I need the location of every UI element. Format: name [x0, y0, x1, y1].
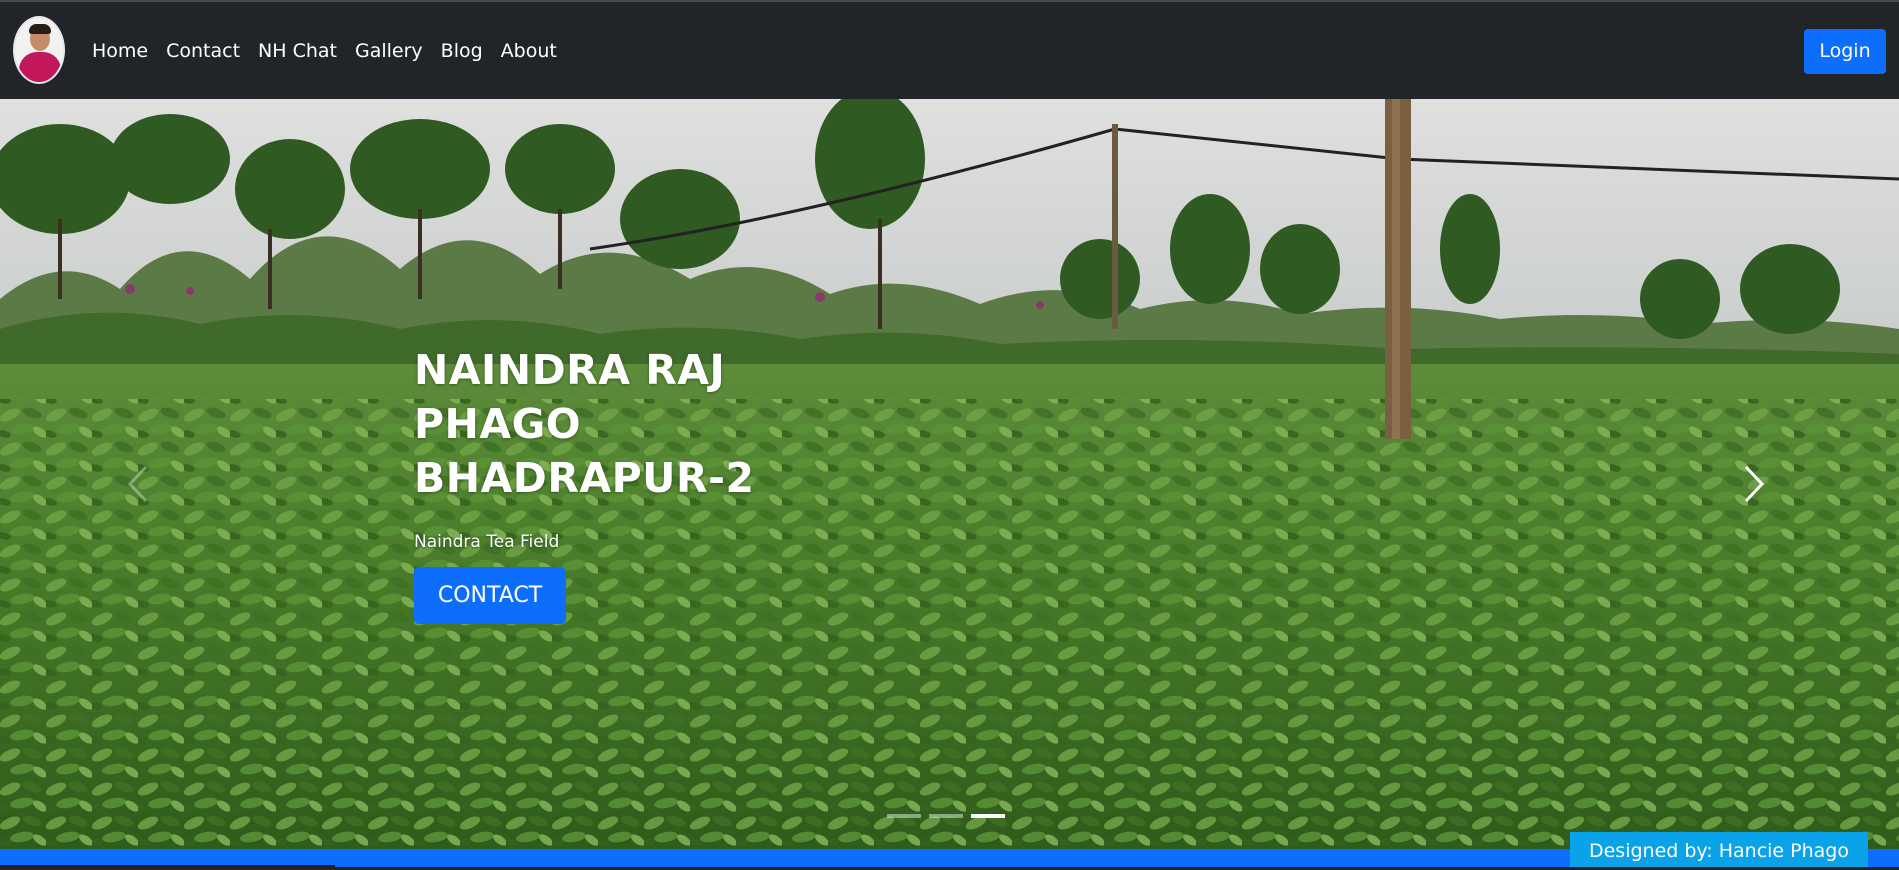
nav-link-nh-chat[interactable]: NH Chat — [258, 39, 337, 63]
tea-field-background-image — [0, 99, 1899, 849]
hero-carousel: NAINDRA RAJ PHAGO BHADRAPUR-2 Naindra Te… — [0, 99, 1899, 849]
carousel-indicator[interactable] — [887, 814, 921, 818]
nav-link-home[interactable]: Home — [92, 39, 148, 63]
carousel-prev-button[interactable] — [118, 459, 158, 509]
hero-caption: NAINDRA RAJ PHAGO BHADRAPUR-2 Naindra Te… — [414, 343, 834, 624]
chevron-left-icon — [127, 465, 148, 503]
avatar[interactable] — [13, 16, 65, 84]
hero-title: NAINDRA RAJ PHAGO BHADRAPUR-2 — [414, 343, 834, 505]
carousel-indicators — [887, 814, 1005, 818]
hero-title-line: NAINDRA RAJ — [414, 346, 726, 394]
nav-link-about[interactable]: About — [501, 39, 557, 63]
nav-link-contact[interactable]: Contact — [166, 39, 240, 63]
hero-title-line: BHADRAPUR-2 — [414, 454, 755, 502]
designed-by-credit: Designed by: Hancie Phago — [1570, 832, 1868, 867]
nav-link-blog[interactable]: Blog — [441, 39, 483, 63]
navbar: Home Contact NH Chat Gallery Blog About … — [0, 2, 1899, 99]
nav-link-gallery[interactable]: Gallery — [355, 39, 423, 63]
chevron-right-icon — [1744, 465, 1765, 503]
carousel-indicator[interactable] — [929, 814, 963, 818]
carousel-next-button[interactable] — [1734, 459, 1774, 509]
nav-links: Home Contact NH Chat Gallery Blog About — [92, 39, 575, 63]
contact-button[interactable]: CONTACT — [414, 567, 566, 624]
hero-subtitle: Naindra Tea Field — [414, 532, 560, 552]
hero-title-line: PHAGO — [414, 400, 582, 448]
login-button[interactable]: Login — [1804, 29, 1886, 74]
carousel-indicator-active[interactable] — [971, 814, 1005, 818]
